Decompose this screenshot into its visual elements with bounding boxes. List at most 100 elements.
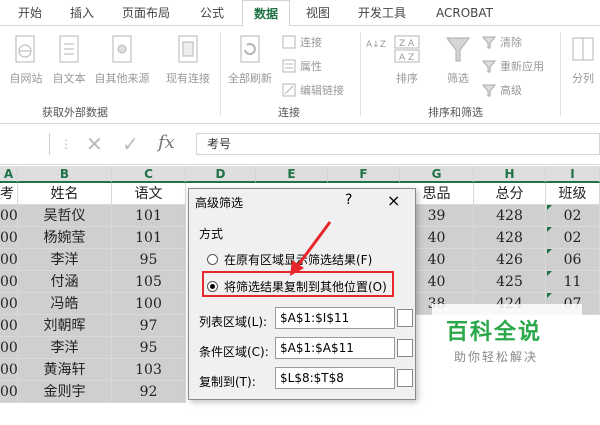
table-cell[interactable]: 姓名 [18, 183, 112, 205]
table-cell[interactable]: 428 [474, 227, 546, 249]
close-icon[interactable]: × [387, 191, 400, 210]
filter-button[interactable]: 筛选 [440, 34, 476, 86]
refresh-all-label: 全部刷新 [228, 72, 272, 85]
table-cell[interactable]: 班级 [546, 183, 600, 205]
table-cell[interactable]: 002 [0, 227, 18, 249]
table-cell[interactable]: 黄海轩 [18, 359, 112, 381]
table-cell[interactable]: 考号 [0, 183, 18, 224]
from-other-sources-button[interactable]: 自其他来源 [90, 34, 154, 86]
properties-icon [282, 59, 296, 73]
range-picker-icon[interactable] [397, 339, 413, 357]
table-cell[interactable]: 101 [112, 205, 186, 227]
filter-funnel-icon [446, 37, 470, 62]
table-cell[interactable]: 004 [0, 271, 18, 293]
ribbon: 自网站 自文本 自其他来源 现有连接 获取外部数据 全部刷新 连接 属性 编辑链… [0, 26, 600, 124]
insert-function-icon[interactable]: fx [158, 132, 175, 153]
table-cell[interactable]: 428 [474, 205, 546, 227]
column-header-f[interactable]: F [328, 166, 400, 183]
table-cell[interactable]: 426 [474, 249, 546, 271]
properties-label: 属性 [300, 60, 322, 73]
table-cell[interactable]: 语文 [112, 183, 186, 205]
list-range-input[interactable]: $A$1:$I$11 [275, 307, 395, 329]
table-cell[interactable]: 425 [474, 271, 546, 293]
enter-check-icon[interactable]: ✓ [122, 132, 139, 156]
from-web-button[interactable]: 自网站 [4, 34, 48, 86]
text-file-icon [59, 35, 79, 63]
sort-ascending-button[interactable]: A↓Z [366, 40, 386, 50]
table-cell[interactable]: 95 [112, 249, 186, 271]
reapply-button[interactable]: 重新应用 [482, 58, 544, 74]
radio-filter-in-place[interactable] [207, 254, 218, 265]
table-cell[interactable]: 杨婉莹 [18, 227, 112, 249]
tab-home[interactable]: 开始 [18, 0, 42, 26]
from-other-sources-label: 自其他来源 [94, 72, 150, 85]
table-cell[interactable]: 02 [546, 205, 600, 227]
existing-connections-button[interactable]: 现有连接 [160, 34, 216, 86]
properties-button[interactable]: 属性 [282, 58, 322, 74]
column-header-a[interactable]: A [0, 166, 18, 183]
copy-to-input[interactable]: $L$8:$T$8 [275, 367, 395, 389]
table-cell[interactable]: 001 [0, 205, 18, 227]
advanced-filter-button[interactable]: 高级 [482, 82, 522, 98]
column-header-g[interactable]: G [400, 166, 474, 183]
tab-page-layout[interactable]: 页面布局 [122, 0, 170, 26]
table-cell[interactable]: 006 [0, 315, 18, 337]
column-header-h[interactable]: H [474, 166, 546, 183]
formula-bar: ⋮ ✕ ✓ fx 考号 [0, 125, 600, 165]
table-cell[interactable]: 003 [0, 249, 18, 271]
list-range-label: 列表区域(L): [199, 315, 268, 329]
criteria-range-input[interactable]: $A$1:$A$11 [275, 337, 395, 359]
table-cell[interactable]: 06 [546, 249, 600, 271]
edit-links-button[interactable]: 编辑链接 [282, 82, 344, 98]
refresh-all-button[interactable]: 全部刷新 [224, 34, 276, 86]
table-cell[interactable]: 007 [0, 337, 18, 359]
table-cell[interactable]: 李洋 [18, 337, 112, 359]
table-cell[interactable]: 97 [112, 315, 186, 337]
column-header-i[interactable]: I [546, 166, 600, 183]
formula-input[interactable]: 考号 [196, 133, 600, 155]
from-text-button[interactable]: 自文本 [48, 34, 90, 86]
edit-links-label: 编辑链接 [300, 84, 344, 97]
table-cell[interactable]: 105 [112, 271, 186, 293]
table-cell[interactable]: 005 [0, 293, 18, 315]
table-cell[interactable]: 103 [112, 359, 186, 381]
table-cell[interactable]: 总分 [474, 183, 546, 205]
table-cell[interactable]: 11 [546, 271, 600, 293]
name-box[interactable] [0, 133, 50, 155]
table-cell[interactable]: 95 [112, 337, 186, 359]
table-cell[interactable]: 008 [0, 359, 18, 381]
connections-button[interactable]: 连接 [282, 34, 322, 50]
range-picker-icon[interactable] [397, 369, 413, 387]
table-cell[interactable]: 刘朝晖 [18, 315, 112, 337]
table-cell[interactable]: 101 [112, 227, 186, 249]
watermark: 百科全说 助你轻松解决 [432, 304, 582, 376]
criteria-range-label: 条件区域(C): [199, 345, 269, 359]
tab-formulas[interactable]: 公式 [200, 0, 224, 26]
range-picker-icon[interactable] [397, 309, 413, 327]
column-header-d[interactable]: D [186, 166, 256, 183]
tab-developer[interactable]: 开发工具 [358, 0, 406, 26]
table-cell[interactable]: 02 [546, 227, 600, 249]
table-cell[interactable]: 冯皓 [18, 293, 112, 315]
sort-button[interactable]: Z A A Z 排序 [388, 34, 426, 86]
table-cell[interactable]: 吴哲仪 [18, 205, 112, 227]
advanced-filter-icon [482, 84, 496, 97]
help-icon[interactable]: ? [345, 192, 352, 208]
column-header-b[interactable]: B [18, 166, 112, 183]
clear-filter-button[interactable]: 清除 [482, 34, 522, 50]
error-indicator-icon [547, 227, 552, 232]
table-cell[interactable]: 付涵 [18, 271, 112, 293]
column-header-c[interactable]: C [112, 166, 186, 183]
text-to-columns-button[interactable]: 分列 [566, 34, 600, 86]
watermark-subtitle: 助你轻松解决 [454, 350, 539, 364]
table-cell[interactable]: 李洋 [18, 249, 112, 271]
existing-connections-icon [178, 35, 198, 63]
tab-view[interactable]: 视图 [306, 0, 330, 26]
table-cell[interactable]: 100 [112, 293, 186, 315]
tab-insert[interactable]: 插入 [70, 0, 94, 26]
column-header-e[interactable]: E [256, 166, 328, 183]
cancel-icon[interactable]: ✕ [86, 132, 103, 156]
sort-ascending-icon: A↓Z [366, 40, 386, 50]
tab-acrobat[interactable]: ACROBAT [436, 0, 493, 26]
tab-data[interactable]: 数据 [242, 0, 290, 27]
